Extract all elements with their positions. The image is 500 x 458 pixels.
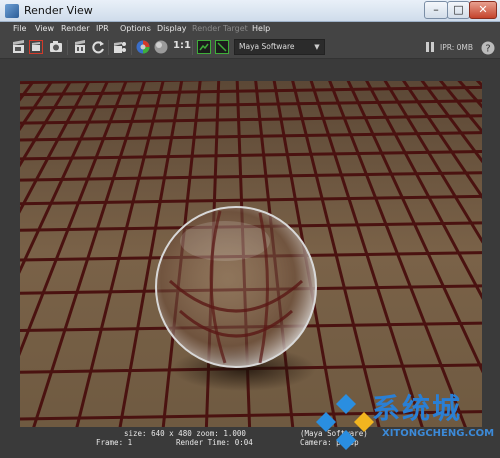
toolbar-separator [192,40,193,55]
sphere-highlight [180,221,270,261]
menu-bar: File View Render IPR Options Display Ren… [0,22,500,37]
toolbar-separator [67,40,68,55]
remove-image-icon[interactable] [215,40,229,54]
alpha-channel-icon[interactable] [154,40,168,54]
ipr-render-icon[interactable] [73,40,87,54]
renderer-value: Maya Software [239,42,295,51]
image-size-zoom: size: 640 x 480 zoom: 1.000 [124,429,246,438]
rgb-channels-icon[interactable] [136,40,150,54]
real-size-button[interactable]: 1:1 [173,40,191,51]
refresh-icon[interactable] [91,40,105,54]
toolbar-separator [131,40,132,55]
menu-display[interactable]: Display [157,24,187,33]
render-settings-icon[interactable] [113,40,127,54]
snapshot-camera-icon[interactable] [49,40,63,54]
menu-options[interactable]: Options [120,24,151,33]
maya-app-icon [5,4,19,18]
frame-number: Frame: 1 [96,438,133,447]
rendered-scene [20,81,482,427]
svg-text:?: ? [485,44,490,55]
menu-help[interactable]: Help [252,24,270,33]
toolbar: 1:1 Maya Software ▼ IPR: 0MB ? [0,37,500,59]
toolbar-separator [108,40,109,55]
window-title: Render View [24,4,93,17]
watermark-text: 系统城 [372,392,463,425]
help-icon[interactable]: ? [481,41,495,55]
menu-ipr[interactable]: IPR [96,24,109,33]
watermark-url: XITONGCHENG.COM [382,428,495,439]
render-clapper-icon[interactable] [12,40,26,54]
title-bar: Render View – □ ✕ [0,0,500,22]
menu-view[interactable]: View [35,24,54,33]
chevron-down-icon: ▼ [314,43,320,51]
maximize-button[interactable]: □ [447,1,470,19]
keep-image-icon[interactable] [197,40,211,54]
ipr-memory-status: IPR: 0MB [440,43,474,52]
renderer-dropdown[interactable]: Maya Software ▼ [234,39,325,55]
rendered-image[interactable] [20,81,482,427]
render-time: Render Time: 0:04 [176,438,253,447]
pause-ipr-icon[interactable] [425,42,435,52]
minimize-button[interactable]: – [424,1,448,19]
menu-file[interactable]: File [13,24,26,33]
close-button[interactable]: ✕ [469,1,497,19]
menu-render-target[interactable]: Render Target [192,24,248,33]
menu-render[interactable]: Render [61,24,89,33]
render-region-icon[interactable] [29,40,43,54]
